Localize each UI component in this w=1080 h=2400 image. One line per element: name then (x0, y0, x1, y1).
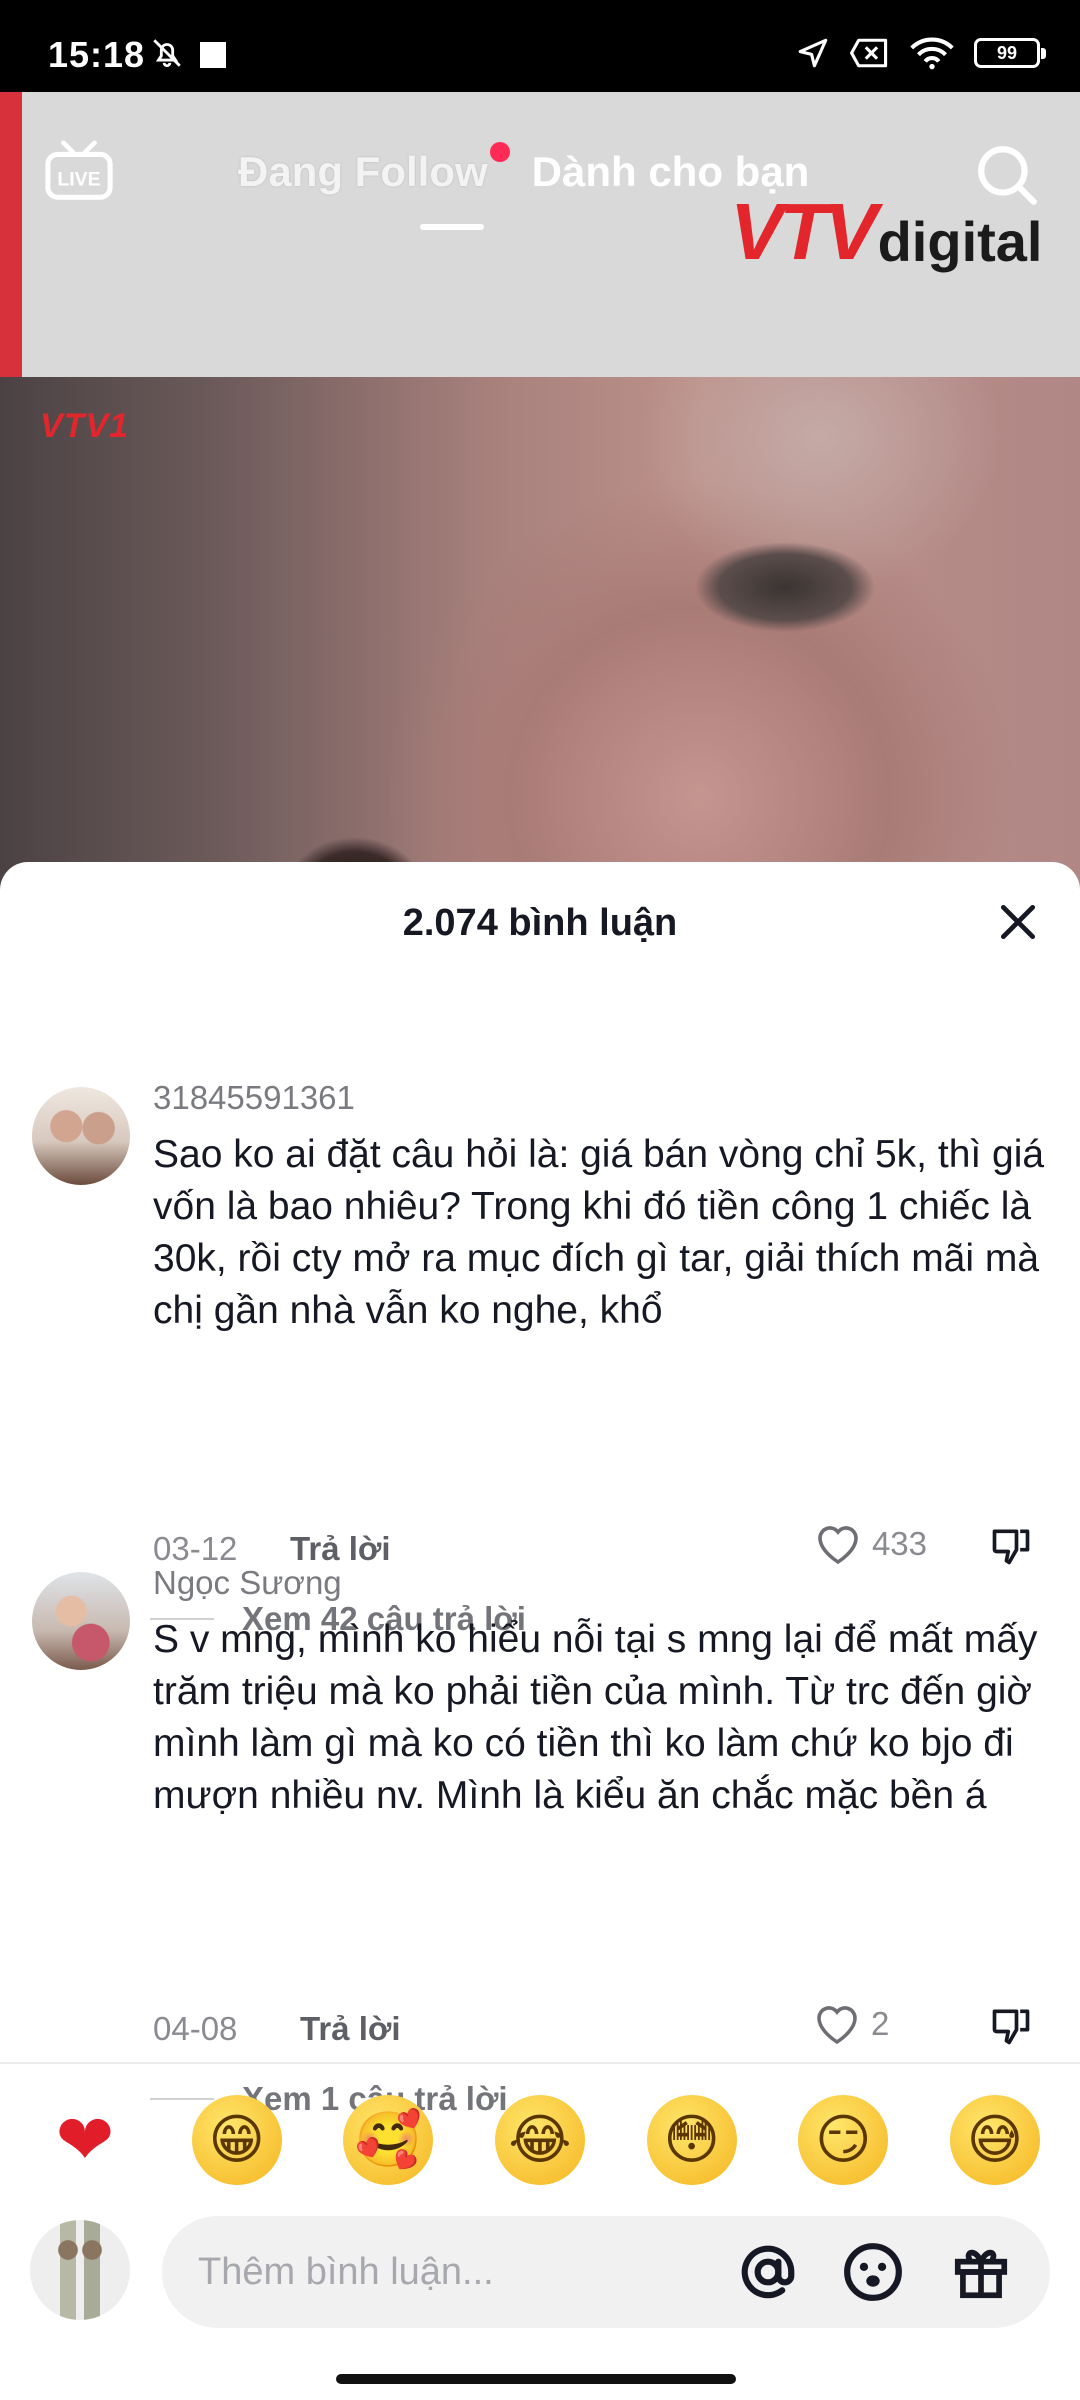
location-arrow-icon (798, 38, 828, 68)
emoji-heart[interactable]: ❤ (40, 2095, 130, 2185)
emoji-flushed[interactable]: 😳 (646, 2095, 737, 2185)
channel-logo: VTV1 (40, 407, 130, 445)
comment-username[interactable]: 31845591361 (153, 1079, 355, 1117)
notification-dot (489, 142, 510, 162)
square-icon (200, 42, 226, 68)
comment-input-box (162, 2216, 1050, 2328)
feed-tabs: Đang Follow Dành cho bạn (238, 142, 809, 196)
reply-button[interactable]: Trả lời (290, 1530, 391, 1568)
emoji-picker-icon[interactable] (842, 2241, 904, 2303)
comment-meta: 04-08 Trả lời 2 (153, 2002, 1053, 2052)
status-icons: 99 (796, 36, 1046, 70)
live-label: LIVE (57, 169, 100, 191)
status-time: 15:18 (48, 34, 146, 75)
close-icon[interactable] (996, 900, 1040, 944)
emoji-bar-divider (0, 2062, 1080, 2064)
bell-off-icon (153, 39, 181, 68)
emoji-sweat-smile[interactable]: 😅 (949, 2095, 1040, 2185)
emoji-smirk[interactable]: 😏 (798, 2095, 889, 2185)
like-count: 2 (871, 2005, 890, 2042)
avatar[interactable] (32, 1087, 130, 1185)
dislike-icon[interactable] (989, 1524, 1033, 1568)
like-button[interactable]: 2 (813, 2002, 927, 2046)
home-indicator[interactable] (336, 2374, 736, 2384)
comment-input[interactable] (198, 2216, 718, 2328)
video-player[interactable]: VTV1 LIVE Đang Follow Dành cho bạn VTV d… (0, 92, 1080, 912)
emoji-grin[interactable]: 😁 (191, 2095, 282, 2185)
vtv-digital-logo: VTV digital (730, 192, 1042, 272)
comment-text: S v mng, mình ko hiểu nỗi tại s mng lại … (153, 1618, 1038, 1817)
comment-date: 04-08 (153, 2010, 238, 2047)
wifi-icon (910, 37, 954, 70)
avatar[interactable] (32, 1572, 130, 1670)
comment-username[interactable]: Ngọc Sương (153, 1564, 342, 1602)
battery-icon: 99 (974, 38, 1046, 68)
live-icon[interactable]: LIVE (44, 138, 114, 202)
comment-text: Sao ko ai đặt câu hỏi là: giá bán vòng c… (153, 1133, 1045, 1332)
emoji-tears-of-joy[interactable]: 😂 (494, 2095, 585, 2185)
my-avatar[interactable] (30, 2220, 130, 2320)
x-box-icon (850, 38, 888, 68)
brand-digital: digital (877, 210, 1043, 273)
tab-following[interactable]: Đang Follow (238, 142, 510, 196)
brand-vtv: VTV (730, 187, 878, 276)
reply-button[interactable]: Trả lời (300, 2010, 401, 2048)
like-count: 433 (871, 1525, 927, 1562)
tab-following-label: Đang Follow (238, 148, 488, 195)
heart-icon (818, 1526, 858, 1565)
mention-icon[interactable] (737, 2241, 799, 2303)
like-button[interactable]: 433 (814, 1522, 927, 1566)
active-tab-indicator (420, 224, 484, 230)
status-bar: 15:18 99 (0, 0, 1080, 92)
gift-icon[interactable] (950, 2241, 1012, 2303)
comments-count-title: 2.074 bình luận (402, 902, 678, 944)
emoji-smiling-hearts[interactable]: 🥰 (343, 2095, 434, 2185)
video-red-bar (0, 92, 22, 377)
emoji-quick-bar: ❤ 😁 🥰 😂 😳 😏 😅 (40, 2095, 1040, 2185)
battery-level: 99 (996, 42, 1018, 63)
dislike-icon[interactable] (989, 2004, 1033, 2048)
comment-date: 03-12 (153, 1530, 238, 1567)
heart-icon (817, 2006, 857, 2045)
video-frame: VTV1 (0, 377, 1080, 912)
